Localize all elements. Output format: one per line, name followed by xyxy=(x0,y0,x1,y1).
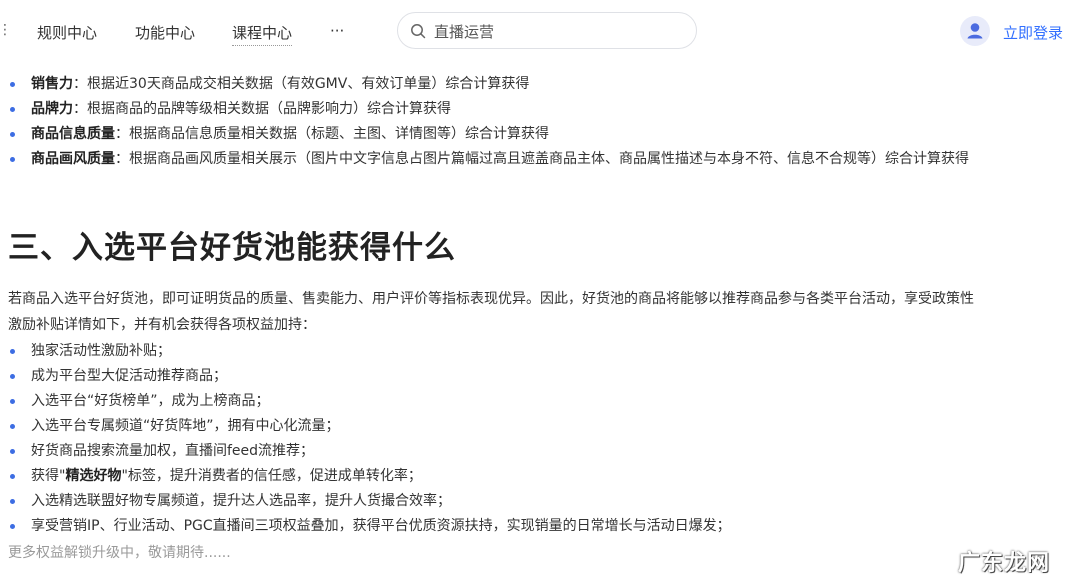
bullet-icon xyxy=(10,449,15,454)
list-item: 好货商品搜索流量加权，直播间feed流推荐； xyxy=(0,439,731,464)
avatar[interactable] xyxy=(960,16,990,46)
bullet-icon xyxy=(10,374,15,379)
menu-edge-icon[interactable]: ⋮ xyxy=(0,22,12,38)
bullet-icon xyxy=(10,424,15,429)
intro-line: 激励补贴详情如下，并有机会获得各项权益加持： xyxy=(8,317,316,333)
search-box[interactable] xyxy=(397,12,697,49)
bullet-icon xyxy=(10,132,15,137)
bullet-icon xyxy=(10,499,15,504)
login-link[interactable]: 立即登录 xyxy=(1003,22,1063,43)
bullet-icon xyxy=(10,82,15,87)
list-item: 入选平台“好货榜单”，成为上榜商品； xyxy=(0,389,731,414)
search-input[interactable] xyxy=(432,20,686,44)
top-navbar: ⋮ 规则中心 功能中心 课程中心 ··· 立即登录 xyxy=(0,0,1080,64)
list-item: 获得"精选好物"标签，提升消费者的信任感，促进成单转化率； xyxy=(0,464,731,489)
list-item: 成为平台型大促活动推荐商品； xyxy=(0,364,731,389)
list-item: 商品画风质量：根据商品画风质量相关展示（图片中文字信息占图片篇幅过高且遮盖商品主… xyxy=(0,147,969,172)
list-item: 入选平台专属频道“好货阵地”，拥有中心化流量； xyxy=(0,414,731,439)
nav-function-center[interactable]: 功能中心 xyxy=(135,22,195,43)
list-item: 享受营销IP、行业活动、PGC直播间三项权益叠加，获得平台优质资源扶持，实现销量… xyxy=(0,514,731,539)
intro-line: 若商品入选平台好货池，即可证明货品的质量、售卖能力、用户评价等指标表现优异。因此… xyxy=(8,291,974,307)
list-item: 独家活动性激励补贴； xyxy=(0,339,731,364)
bullet-icon xyxy=(10,474,15,479)
intro-paragraph: 若商品入选平台好货池，即可证明货品的质量、售卖能力、用户评价等指标表现优异。因此… xyxy=(8,286,1058,338)
list-item: 商品信息质量：根据商品信息质量相关数据（标题、主图、详情图等）综合计算获得 xyxy=(0,122,969,147)
bullet-icon xyxy=(10,349,15,354)
benefits-list: 独家活动性激励补贴； 成为平台型大促活动推荐商品； 入选平台“好货榜单”，成为上… xyxy=(0,339,731,539)
bullet-icon xyxy=(10,157,15,162)
bullet-icon xyxy=(10,524,15,529)
criteria-list: 销售力：根据近30天商品成交相关数据（有效GMV、有效订单量）综合计算获得 品牌… xyxy=(0,72,969,172)
list-item: 入选精选联盟好物专属频道，提升达人选品率，提升人货撮合效率； xyxy=(0,489,731,514)
nav-more-menu[interactable]: ··· xyxy=(330,22,344,40)
nav-rules-center[interactable]: 规则中心 xyxy=(37,22,97,43)
user-icon xyxy=(967,23,983,39)
bullet-icon xyxy=(10,107,15,112)
more-benefits-note: 更多权益解锁升级中，敬请期待...... xyxy=(8,545,231,561)
search-icon xyxy=(411,24,426,39)
nav-course-center[interactable]: 课程中心 xyxy=(232,22,293,46)
watermark: 广东龙网 xyxy=(958,551,1051,576)
list-item: 品牌力：根据商品的品牌等级相关数据（品牌影响力）综合计算获得 xyxy=(0,97,969,122)
list-item: 销售力：根据近30天商品成交相关数据（有效GMV、有效订单量）综合计算获得 xyxy=(0,72,969,97)
bullet-icon xyxy=(10,399,15,404)
section-heading: 三、入选平台好货池能获得什么 xyxy=(8,230,456,266)
